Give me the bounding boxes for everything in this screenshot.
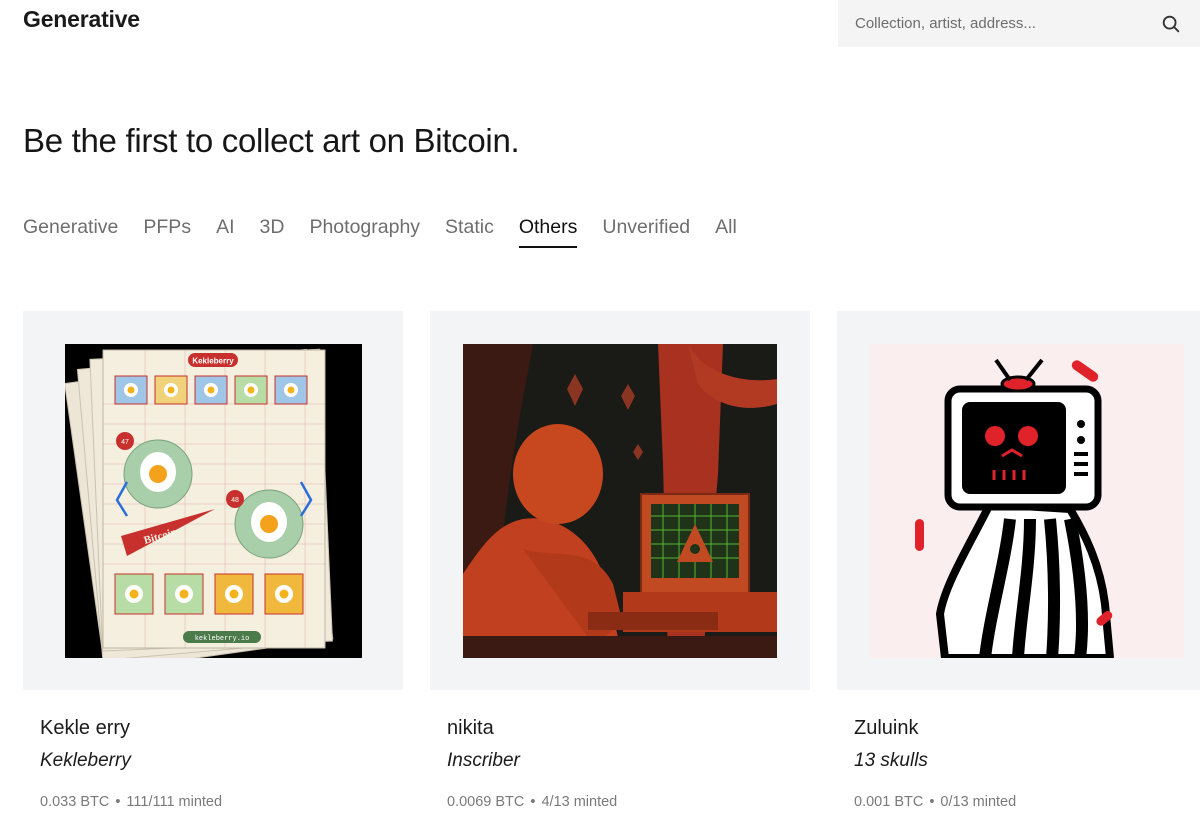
skulls-artwork (870, 343, 1184, 658)
collection-artwork[interactable] (837, 311, 1200, 690)
collection-name[interactable]: 13 skulls (854, 750, 928, 772)
collection-meta: 0.033 BTC • 111/111 minted (40, 794, 222, 810)
separator-dot: • (115, 794, 121, 810)
svg-text:48: 48 (231, 497, 239, 504)
tab-photography[interactable]: Photography (309, 216, 420, 248)
minted-label: 0/13 minted (940, 794, 1017, 810)
site-logo[interactable]: Generative (23, 6, 140, 33)
separator-dot: • (929, 794, 935, 810)
artwork-url-text: kekleberry.io (194, 635, 249, 643)
tab-static[interactable]: Static (445, 216, 494, 248)
collection-card-kekleberry[interactable]: Kekleberry 47 48 Bitcoin kekleberry.io K… (23, 311, 403, 810)
category-tabs: Generative PFPs AI 3D Photography Static… (23, 216, 737, 248)
collection-card-inscriber[interactable]: nikita Inscriber 0.0069 BTC • 4/13 minted (430, 311, 810, 810)
artwork-title-text: Kekleberry (192, 356, 234, 365)
page-headline: Be the first to collect art on Bitcoin. (23, 122, 520, 159)
minted-label: 111/111 minted (126, 794, 223, 810)
price-label: 0.001 BTC (854, 794, 924, 810)
artist-name[interactable]: Kekle erry (40, 717, 130, 740)
collection-meta: 0.0069 BTC • 4/13 minted (447, 794, 617, 810)
minted-label: 4/13 minted (541, 794, 618, 810)
price-label: 0.033 BTC (40, 794, 110, 810)
svg-text:47: 47 (121, 439, 129, 446)
collection-name[interactable]: Inscriber (447, 750, 520, 772)
search-input[interactable] (853, 14, 1160, 33)
separator-dot: • (530, 794, 536, 810)
price-label: 0.0069 BTC (447, 794, 525, 810)
tab-unverified[interactable]: Unverified (602, 216, 690, 248)
artist-name[interactable]: Zuluink (854, 717, 918, 740)
search-bar[interactable] (838, 0, 1200, 47)
tab-pfps[interactable]: PFPs (143, 216, 191, 248)
search-icon[interactable] (1160, 13, 1182, 35)
tab-all[interactable]: All (715, 216, 737, 248)
artist-name[interactable]: nikita (447, 717, 494, 740)
kekleberry-artwork: Kekleberry 47 48 Bitcoin kekleberry.io (64, 343, 362, 658)
tab-ai[interactable]: AI (216, 216, 234, 248)
collection-name[interactable]: Kekleberry (40, 750, 131, 772)
tab-3d[interactable]: 3D (260, 216, 285, 248)
collection-artwork[interactable] (430, 311, 810, 690)
collection-card-13-skulls[interactable]: Zuluink 13 skulls 0.001 BTC • 0/13 minted (837, 311, 1200, 810)
collection-artwork[interactable]: Kekleberry 47 48 Bitcoin kekleberry.io (23, 311, 403, 690)
inscriber-artwork (463, 343, 777, 658)
tab-others[interactable]: Others (518, 216, 578, 248)
tab-generative[interactable]: Generative (23, 216, 118, 248)
collection-meta: 0.001 BTC • 0/13 minted (854, 794, 1016, 810)
